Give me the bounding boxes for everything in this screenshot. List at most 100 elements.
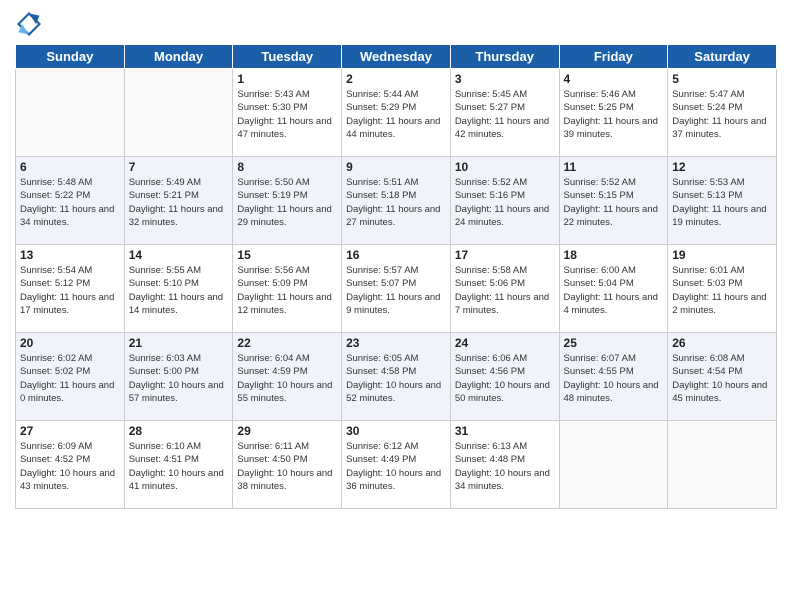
calendar-cell: 5 Sunrise: 5:47 AMSunset: 5:24 PMDaylight… — [668, 69, 777, 157]
day-info: Sunrise: 5:45 AMSunset: 5:27 PMDaylight:… — [455, 88, 555, 141]
calendar-cell — [559, 421, 668, 509]
logo-icon — [15, 10, 43, 38]
weekday-header-row: SundayMondayTuesdayWednesdayThursdayFrid… — [16, 45, 777, 69]
day-number: 1 — [237, 72, 337, 86]
day-number: 11 — [564, 160, 664, 174]
day-info: Sunrise: 6:00 AMSunset: 5:04 PMDaylight:… — [564, 264, 664, 317]
calendar-cell: 27 Sunrise: 6:09 AMSunset: 4:52 PMDayligh… — [16, 421, 125, 509]
weekday-header-wednesday: Wednesday — [342, 45, 451, 69]
day-number: 9 — [346, 160, 446, 174]
calendar-cell: 15Sunrise: 5:56 AMSunset: 5:09 PMDayligh… — [233, 245, 342, 333]
calendar-cell: 12Sunrise: 5:53 AMSunset: 5:13 PMDayligh… — [668, 157, 777, 245]
day-number: 13 — [20, 248, 120, 262]
day-info: Sunrise: 6:13 AMSunset: 4:48 PMDaylight:… — [455, 440, 555, 493]
calendar-cell: 6 Sunrise: 5:48 AMSunset: 5:22 PMDaylight… — [16, 157, 125, 245]
page: SundayMondayTuesdayWednesdayThursdayFrid… — [0, 0, 792, 514]
header — [15, 10, 777, 38]
day-number: 6 — [20, 160, 120, 174]
day-number: 5 — [672, 72, 772, 86]
calendar-cell: 7 Sunrise: 5:49 AMSunset: 5:21 PMDaylight… — [124, 157, 233, 245]
day-number: 24 — [455, 336, 555, 350]
calendar-cell: 31 Sunrise: 6:13 AMSunset: 4:48 PMDayligh… — [450, 421, 559, 509]
calendar-cell: 19Sunrise: 6:01 AMSunset: 5:03 PMDayligh… — [668, 245, 777, 333]
day-info: Sunrise: 5:58 AMSunset: 5:06 PMDaylight:… — [455, 264, 555, 317]
day-info: Sunrise: 5:47 AMSunset: 5:24 PMDaylight:… — [672, 88, 772, 141]
day-info: Sunrise: 6:01 AMSunset: 5:03 PMDaylight:… — [672, 264, 772, 317]
day-info: Sunrise: 6:05 AMSunset: 4:58 PMDaylight:… — [346, 352, 446, 405]
day-info: Sunrise: 5:46 AMSunset: 5:25 PMDaylight:… — [564, 88, 664, 141]
calendar-cell: 16Sunrise: 5:57 AMSunset: 5:07 PMDayligh… — [342, 245, 451, 333]
calendar-cell: 11 Sunrise: 5:52 AMSunset: 5:15 PMDayligh… — [559, 157, 668, 245]
day-info: Sunrise: 5:43 AMSunset: 5:30 PMDaylight:… — [237, 88, 337, 141]
calendar-cell: 29 Sunrise: 6:11 AMSunset: 4:50 PMDayligh… — [233, 421, 342, 509]
week-row-4: 20 Sunrise: 6:02 AMSunset: 5:02 PMDayligh… — [16, 333, 777, 421]
week-row-2: 6 Sunrise: 5:48 AMSunset: 5:22 PMDaylight… — [16, 157, 777, 245]
week-row-3: 13 Sunrise: 5:54 AMSunset: 5:12 PMDayligh… — [16, 245, 777, 333]
day-info: Sunrise: 5:57 AMSunset: 5:07 PMDaylight:… — [346, 264, 446, 317]
day-number: 17 — [455, 248, 555, 262]
day-number: 8 — [237, 160, 337, 174]
day-number: 21 — [129, 336, 229, 350]
day-info: Sunrise: 5:54 AMSunset: 5:12 PMDaylight:… — [20, 264, 120, 317]
calendar-cell: 3 Sunrise: 5:45 AMSunset: 5:27 PMDaylight… — [450, 69, 559, 157]
day-info: Sunrise: 6:12 AMSunset: 4:49 PMDaylight:… — [346, 440, 446, 493]
calendar-cell: 25Sunrise: 6:07 AMSunset: 4:55 PMDayligh… — [559, 333, 668, 421]
calendar-cell: 13 Sunrise: 5:54 AMSunset: 5:12 PMDayligh… — [16, 245, 125, 333]
day-info: Sunrise: 6:09 AMSunset: 4:52 PMDaylight:… — [20, 440, 120, 493]
weekday-header-saturday: Saturday — [668, 45, 777, 69]
day-number: 7 — [129, 160, 229, 174]
calendar-cell: 21Sunrise: 6:03 AMSunset: 5:00 PMDayligh… — [124, 333, 233, 421]
calendar-cell: 4 Sunrise: 5:46 AMSunset: 5:25 PMDaylight… — [559, 69, 668, 157]
day-info: Sunrise: 5:44 AMSunset: 5:29 PMDaylight:… — [346, 88, 446, 141]
calendar-cell: 17 Sunrise: 5:58 AMSunset: 5:06 PMDayligh… — [450, 245, 559, 333]
day-number: 28 — [129, 424, 229, 438]
day-info: Sunrise: 5:52 AMSunset: 5:16 PMDaylight:… — [455, 176, 555, 229]
day-number: 3 — [455, 72, 555, 86]
calendar-cell: 1 Sunrise: 5:43 AMSunset: 5:30 PMDaylight… — [233, 69, 342, 157]
weekday-header-monday: Monday — [124, 45, 233, 69]
calendar-table: SundayMondayTuesdayWednesdayThursdayFrid… — [15, 44, 777, 509]
day-info: Sunrise: 6:06 AMSunset: 4:56 PMDaylight:… — [455, 352, 555, 405]
day-info: Sunrise: 6:10 AMSunset: 4:51 PMDaylight:… — [129, 440, 229, 493]
day-number: 14 — [129, 248, 229, 262]
calendar-cell: 14 Sunrise: 5:55 AMSunset: 5:10 PMDayligh… — [124, 245, 233, 333]
day-number: 25 — [564, 336, 664, 350]
day-number: 26 — [672, 336, 772, 350]
calendar-cell — [16, 69, 125, 157]
day-number: 2 — [346, 72, 446, 86]
day-info: Sunrise: 5:49 AMSunset: 5:21 PMDaylight:… — [129, 176, 229, 229]
day-info: Sunrise: 5:50 AMSunset: 5:19 PMDaylight:… — [237, 176, 337, 229]
day-number: 18 — [564, 248, 664, 262]
day-info: Sunrise: 5:53 AMSunset: 5:13 PMDaylight:… — [672, 176, 772, 229]
day-info: Sunrise: 5:48 AMSunset: 5:22 PMDaylight:… — [20, 176, 120, 229]
day-number: 31 — [455, 424, 555, 438]
calendar-cell: 18 Sunrise: 6:00 AMSunset: 5:04 PMDayligh… — [559, 245, 668, 333]
calendar-cell: 28 Sunrise: 6:10 AMSunset: 4:51 PMDayligh… — [124, 421, 233, 509]
day-number: 4 — [564, 72, 664, 86]
day-number: 27 — [20, 424, 120, 438]
calendar-cell: 26 Sunrise: 6:08 AMSunset: 4:54 PMDayligh… — [668, 333, 777, 421]
day-number: 15 — [237, 248, 337, 262]
day-number: 30 — [346, 424, 446, 438]
logo — [15, 10, 45, 38]
calendar-cell: 20 Sunrise: 6:02 AMSunset: 5:02 PMDayligh… — [16, 333, 125, 421]
day-number: 23 — [346, 336, 446, 350]
calendar-cell: 22Sunrise: 6:04 AMSunset: 4:59 PMDayligh… — [233, 333, 342, 421]
calendar-cell — [124, 69, 233, 157]
calendar-cell: 8 Sunrise: 5:50 AMSunset: 5:19 PMDaylight… — [233, 157, 342, 245]
calendar-cell: 30 Sunrise: 6:12 AMSunset: 4:49 PMDayligh… — [342, 421, 451, 509]
weekday-header-thursday: Thursday — [450, 45, 559, 69]
weekday-header-tuesday: Tuesday — [233, 45, 342, 69]
calendar-cell: 2 Sunrise: 5:44 AMSunset: 5:29 PMDaylight… — [342, 69, 451, 157]
day-number: 10 — [455, 160, 555, 174]
day-info: Sunrise: 5:55 AMSunset: 5:10 PMDaylight:… — [129, 264, 229, 317]
day-info: Sunrise: 5:51 AMSunset: 5:18 PMDaylight:… — [346, 176, 446, 229]
day-info: Sunrise: 6:08 AMSunset: 4:54 PMDaylight:… — [672, 352, 772, 405]
calendar-cell — [668, 421, 777, 509]
week-row-1: 1 Sunrise: 5:43 AMSunset: 5:30 PMDaylight… — [16, 69, 777, 157]
day-info: Sunrise: 5:52 AMSunset: 5:15 PMDaylight:… — [564, 176, 664, 229]
day-info: Sunrise: 6:11 AMSunset: 4:50 PMDaylight:… — [237, 440, 337, 493]
day-number: 29 — [237, 424, 337, 438]
day-info: Sunrise: 6:02 AMSunset: 5:02 PMDaylight:… — [20, 352, 120, 405]
day-number: 20 — [20, 336, 120, 350]
